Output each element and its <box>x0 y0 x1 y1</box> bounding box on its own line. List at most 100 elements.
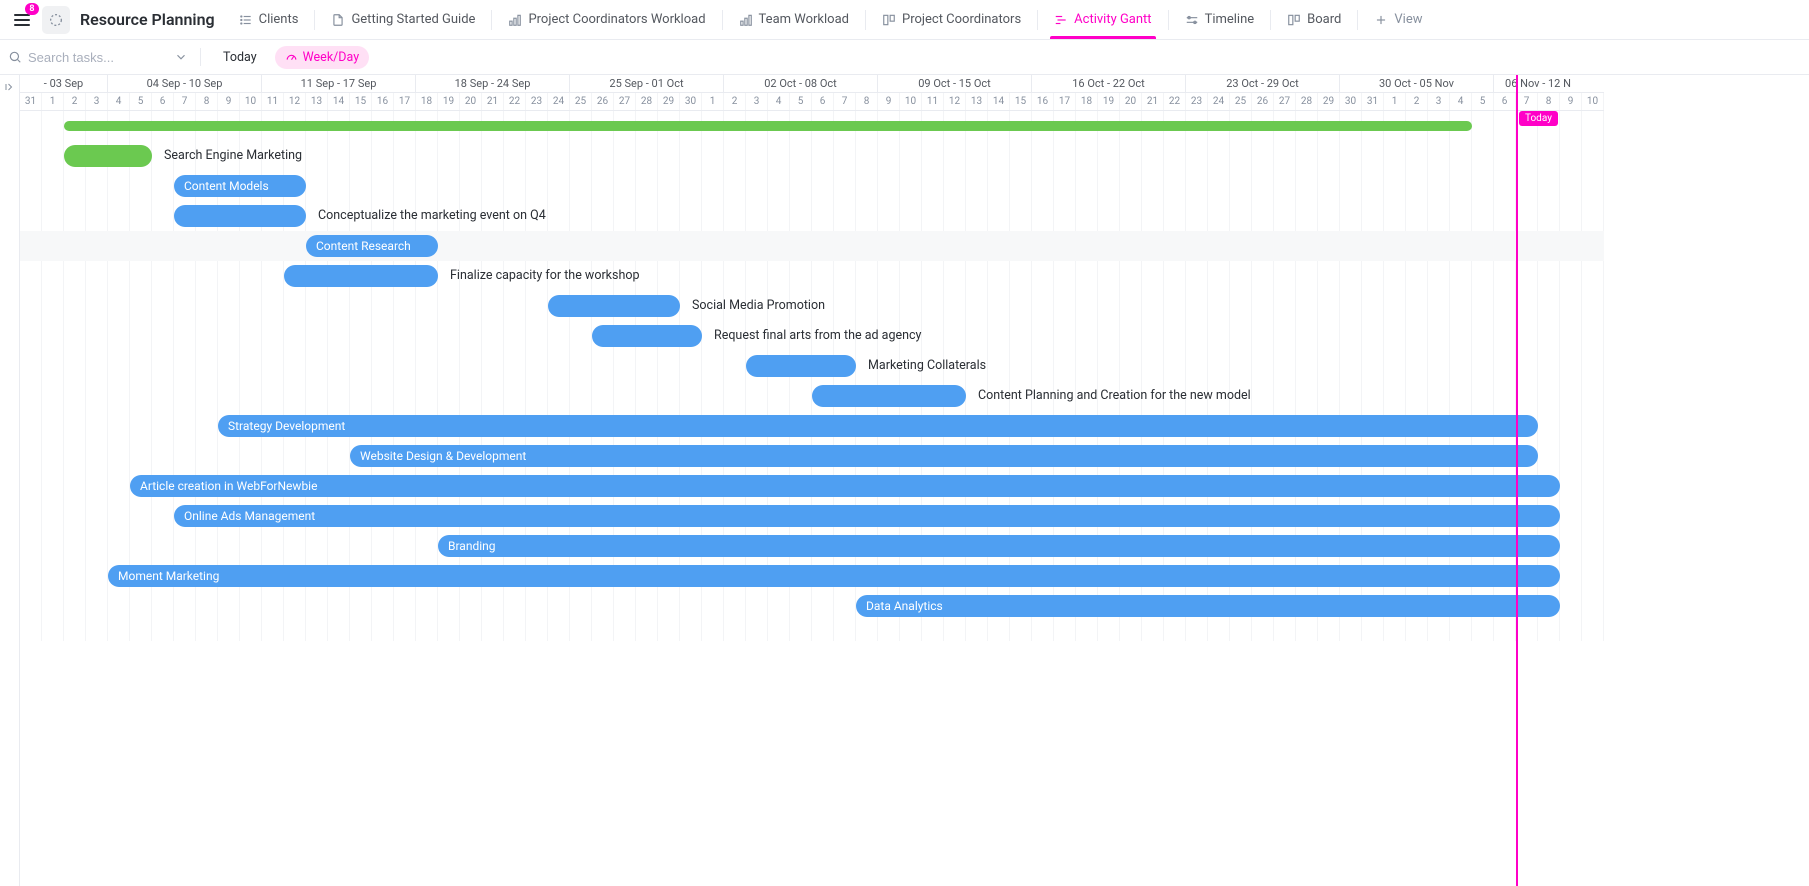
gantt-bar[interactable]: Data Analytics <box>856 595 1560 617</box>
gantt-bar[interactable] <box>746 355 856 377</box>
day-header-cell: 27 <box>614 93 636 110</box>
gantt-bar[interactable] <box>592 325 702 347</box>
gantt-bar-label: Content Planning and Creation for the ne… <box>978 381 1251 411</box>
tab-board[interactable]: Board <box>1277 0 1351 39</box>
plus-icon <box>1374 13 1388 27</box>
tab-separator <box>1037 10 1038 30</box>
gantt-task-row: Search Engine Marketing <box>20 141 1604 171</box>
day-header-cell: 5 <box>790 93 812 110</box>
menu-button[interactable]: 8 <box>8 6 36 34</box>
gantt-bar[interactable]: Strategy Development <box>218 415 1538 437</box>
day-header-cell: 4 <box>768 93 790 110</box>
day-header-cell: 2 <box>1406 93 1428 110</box>
day-header-cell: 2 <box>64 93 86 110</box>
day-header-cell: 6 <box>812 93 834 110</box>
day-header-cell: 22 <box>1164 93 1186 110</box>
expand-sidebar-button[interactable] <box>0 75 20 886</box>
gantt-task-row: Conceptualize the marketing event on Q4 <box>20 201 1604 231</box>
gantt-task-row: Marketing Collaterals <box>20 351 1604 381</box>
tab-view[interactable]: View <box>1364 0 1432 39</box>
day-header-cell: 24 <box>548 93 570 110</box>
day-header-cell: 9 <box>218 93 240 110</box>
tab-activity-gantt[interactable]: Activity Gantt <box>1044 0 1161 39</box>
page-title: Resource Planning <box>80 10 215 29</box>
view-tabs: Clients Getting Started Guide Project Coor… <box>229 0 1433 39</box>
gantt-bar-label: Search Engine Marketing <box>164 141 302 171</box>
gantt-bar[interactable]: Content Models <box>174 175 306 197</box>
expand-icon <box>4 81 16 93</box>
gantt-bar[interactable]: Branding <box>438 535 1560 557</box>
sub-toolbar: Today Week/Day <box>0 40 1809 75</box>
day-header-cell: 10 <box>240 93 262 110</box>
gantt-bar-label: Marketing Collaterals <box>868 351 986 381</box>
gantt-bar-label: Social Media Promotion <box>692 291 825 321</box>
day-header-cell: 17 <box>394 93 416 110</box>
tab-label: Project Coordinators Workload <box>528 12 705 27</box>
gantt-bar[interactable] <box>174 205 306 227</box>
day-header-cell: 9 <box>878 93 900 110</box>
day-header-cell: 25 <box>1230 93 1252 110</box>
day-header-cell: 25 <box>570 93 592 110</box>
gantt-area: - 03 Sep04 Sep - 10 Sep11 Sep - 17 Sep18… <box>0 75 1809 886</box>
granularity-button[interactable]: Week/Day <box>275 46 369 69</box>
tab-label: Activity Gantt <box>1074 12 1151 27</box>
day-header-cell: 19 <box>1098 93 1120 110</box>
space-icon[interactable] <box>42 6 70 34</box>
today-label: Today <box>223 50 257 65</box>
day-header-cell: 16 <box>1032 93 1054 110</box>
tab-getting-started-guide[interactable]: Getting Started Guide <box>321 0 485 39</box>
day-header-cell: 23 <box>1186 93 1208 110</box>
top-bar: 8 Resource Planning Clients Getting Start… <box>0 0 1809 40</box>
day-header-cell: 11 <box>922 93 944 110</box>
tab-project-coordinators-workload[interactable]: Project Coordinators Workload <box>498 0 715 39</box>
today-marker-label: Today <box>1519 111 1558 126</box>
tab-label: Clients <box>259 12 299 27</box>
granularity-label: Week/Day <box>303 50 359 65</box>
tab-timeline[interactable]: Timeline <box>1175 0 1265 39</box>
week-header-cell: 25 Sep - 01 Oct <box>570 75 724 92</box>
gantt-task-row: Content Research <box>20 231 1604 261</box>
gantt-task-row: Finalize capacity for the workshop <box>20 261 1604 291</box>
tab-label: Project Coordinators <box>902 12 1021 27</box>
gantt-scroll[interactable]: - 03 Sep04 Sep - 10 Sep11 Sep - 17 Sep18… <box>20 75 1809 886</box>
gantt-bar[interactable]: Moment Marketing <box>108 565 1560 587</box>
gantt-bar[interactable] <box>812 385 966 407</box>
day-header-cell: 30 <box>1340 93 1362 110</box>
week-header-cell: 18 Sep - 24 Sep <box>416 75 570 92</box>
workload-icon <box>739 13 753 27</box>
gantt-bar[interactable]: Content Research <box>306 235 438 257</box>
day-header-cell: 21 <box>1142 93 1164 110</box>
week-header-cell: - 03 Sep <box>20 75 108 92</box>
day-header-cell: 11 <box>262 93 284 110</box>
tab-clients[interactable]: Clients <box>229 0 309 39</box>
day-header-cell: 26 <box>1252 93 1274 110</box>
gantt-bar-label: Request final arts from the ad agency <box>714 321 921 351</box>
day-header-cell: 8 <box>856 93 878 110</box>
timeline-icon <box>1185 13 1199 27</box>
tab-project-coordinators[interactable]: Project Coordinators <box>872 0 1031 39</box>
tab-team-workload[interactable]: Team Workload <box>729 0 859 39</box>
today-button[interactable]: Today <box>213 46 267 69</box>
gantt-task-row: Content Planning and Creation for the ne… <box>20 381 1604 411</box>
day-header-cell: 20 <box>1120 93 1142 110</box>
day-header-cell: 7 <box>174 93 196 110</box>
gantt-bar[interactable] <box>64 121 1472 131</box>
gantt-bar[interactable] <box>284 265 438 287</box>
gantt-bar[interactable]: Online Ads Management <box>174 505 1560 527</box>
day-header-cell: 29 <box>658 93 680 110</box>
day-header-cell: 2 <box>724 93 746 110</box>
chevron-down-icon[interactable] <box>174 50 188 64</box>
gantt-summary-row <box>20 111 1604 141</box>
gantt-bar[interactable] <box>64 145 152 167</box>
day-header-cell: 6 <box>152 93 174 110</box>
search-input[interactable] <box>28 50 168 65</box>
day-header-cell: 5 <box>1472 93 1494 110</box>
gantt-bar-label: Finalize capacity for the workshop <box>450 261 640 291</box>
week-header-cell: 06 Nov - 12 N <box>1494 75 1582 92</box>
gantt-bar[interactable]: Article creation in WebForNewbie <box>130 475 1560 497</box>
board-icon <box>882 13 896 27</box>
day-header-cell: 23 <box>526 93 548 110</box>
gantt-bar[interactable] <box>548 295 680 317</box>
gantt-task-row: Moment Marketing <box>20 561 1604 591</box>
gantt-bar[interactable]: Website Design & Development <box>350 445 1538 467</box>
